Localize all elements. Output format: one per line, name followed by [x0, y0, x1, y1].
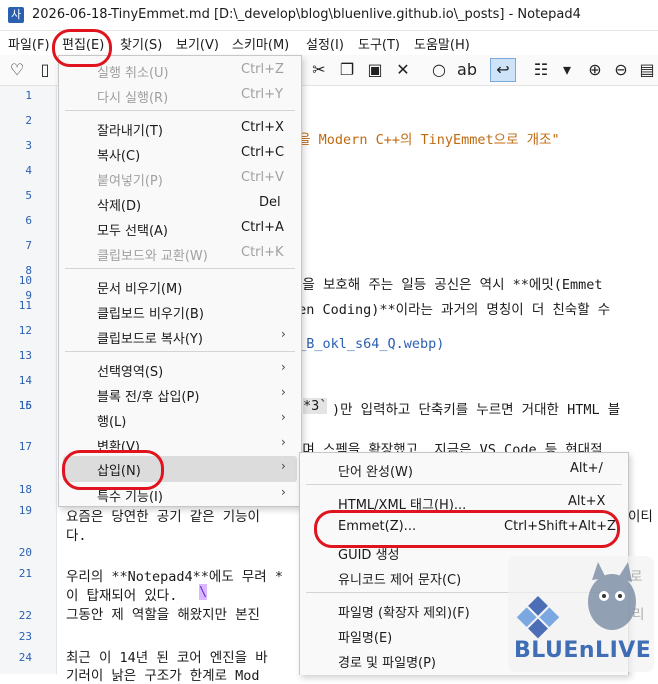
editor-line-16: )만 입력하고 단축키를 누르면 거대한 HTML 블	[332, 402, 621, 418]
zoom-out-icon[interactable]: ⊖	[610, 59, 632, 81]
edit-menu: 실행 취소(U) Ctrl+Z 다시 실행(R) Ctrl+Y 잘라내기(T) …	[58, 55, 302, 507]
menu-item-undo[interactable]: 실행 취소(U) Ctrl+Z	[59, 58, 301, 82]
line-number: 10	[18, 274, 32, 287]
line-number: 11	[18, 299, 32, 312]
submenu-item-html-tag[interactable]: HTML/XML 태그(H)... Alt+X	[300, 490, 628, 514]
copy-icon[interactable]: ❐	[336, 59, 358, 81]
line-number: 6	[25, 214, 32, 227]
app-icon: 사	[8, 7, 24, 23]
editor-line-19: 요즘은 당연한 공기 같은 기능이	[66, 509, 260, 525]
cut-icon[interactable]: ✂	[308, 59, 330, 81]
wrap-icon[interactable]: ↩	[490, 58, 516, 82]
page-icon[interactable]: ▤	[636, 59, 658, 81]
watermark-text: BLUEnLIVE	[514, 638, 652, 663]
editor-line-3: g을 Modern C++의 TinyEmmet으로 개조"	[290, 132, 560, 148]
line-number: 12	[18, 324, 32, 337]
menu-item-special[interactable]: 특수 기능(I) ›	[59, 482, 301, 506]
replace-icon[interactable]: ab	[456, 59, 478, 81]
scheme-icon[interactable]: ☷	[530, 59, 552, 81]
menu-item-copy[interactable]: 복사(C) Ctrl+C	[59, 141, 301, 165]
menu-item-convert[interactable]: 변환(V) ›	[59, 432, 301, 456]
menu-item-redo[interactable]: 다시 실행(R) Ctrl+Y	[59, 83, 301, 107]
new-icon[interactable]: ▯	[34, 59, 56, 81]
line-number: 24	[18, 651, 32, 664]
menu-file[interactable]: 파일(F)	[8, 34, 50, 53]
line-number: 22	[18, 609, 32, 622]
line-number: 20	[18, 546, 32, 559]
chevron-right-icon: ›	[281, 327, 286, 341]
menu-tools[interactable]: 도구(T)	[358, 34, 400, 53]
menu-item-copy-to-clipboard[interactable]: 클립보드로 복사(Y) ›	[59, 324, 301, 348]
line-number-gutter: 1 2 3 4 5 6 7 8 9 10 11 12 13 14 15 16 1…	[0, 86, 57, 674]
heart-icon[interactable]: ♡	[6, 59, 28, 81]
menu-item-clear-clipboard[interactable]: 클립보드 비우기(B)	[59, 299, 301, 323]
menu-item-insert[interactable]: 삽입(N) ›	[63, 456, 297, 482]
chevron-right-icon: ›	[281, 410, 286, 424]
dropdown-icon[interactable]: ▾	[556, 59, 578, 81]
line-number: 19	[18, 504, 32, 517]
line-number: 23	[18, 630, 32, 643]
menu-scheme[interactable]: 스키마(M)	[232, 34, 289, 53]
menu-item-select-all[interactable]: 모두 선택(A) Ctrl+A	[59, 216, 301, 240]
editor-line-19b: 다.	[66, 528, 87, 544]
menu-edit[interactable]: 편집(E)	[62, 34, 104, 53]
line-number: 13	[18, 349, 32, 362]
editor-line-11: Zen Coding)**이라는 과거의 명칭이 더 친숙할 수	[290, 302, 611, 318]
text-cursor: \	[199, 584, 208, 600]
line-number: 3	[25, 139, 32, 152]
bluenlive-watermark: BLUEnLIVE	[508, 556, 654, 672]
window-title: 2026-06-18-TinyEmmet.md [D:\_develop\blo…	[32, 7, 581, 22]
menu-item-paste[interactable]: 붙여넣기(P) Ctrl+V	[59, 166, 301, 190]
menu-separator	[306, 484, 622, 485]
editor-line-16-code: *3`	[303, 398, 328, 414]
line-number: 1	[25, 89, 32, 102]
editor-line-10: 락을 보호해 주는 일등 공신은 역시 **에밋(Emmet	[290, 277, 603, 293]
delete-icon[interactable]: ✕	[392, 59, 414, 81]
find-icon[interactable]: ○	[428, 59, 450, 81]
menu-bar: 파일(F) 편집(E) 찾기(S) 보기(V) 스키마(M) 설정(I) 도구(…	[0, 31, 658, 55]
line-number: 18	[18, 483, 32, 496]
submenu-item-word-complete[interactable]: 단어 완성(W) Alt+/	[300, 457, 628, 481]
title-bar: 사 2026-06-18-TinyEmmet.md [D:\_develop\b…	[0, 0, 658, 31]
paste-icon[interactable]: ▣	[364, 59, 386, 81]
menu-item-swap-clipboard[interactable]: 클립보드와 교환(W) Ctrl+K	[59, 241, 301, 265]
menu-view[interactable]: 보기(V)	[176, 34, 219, 53]
menu-item-line[interactable]: 행(L) ›	[59, 407, 301, 431]
menu-item-selection[interactable]: 선택영역(S) ›	[59, 357, 301, 381]
menu-find[interactable]: 찾기(S)	[120, 34, 162, 53]
editor-line-19-right: 이티	[628, 509, 653, 525]
line-number: 21	[18, 567, 32, 580]
submenu-item-emmet[interactable]: Emmet(Z)... Ctrl+Shift+Alt+Z	[300, 515, 628, 539]
chevron-right-icon: ›	[281, 485, 286, 499]
menu-help[interactable]: 도움말(H)	[414, 34, 470, 53]
editor-line-21b: 이 탑재되어 있다.	[66, 588, 178, 604]
chevron-right-icon: ›	[281, 360, 286, 374]
menu-item-delete[interactable]: 삭제(D) Del	[59, 191, 301, 215]
line-number: 4	[25, 164, 32, 177]
menu-separator	[65, 351, 295, 352]
line-number: 17	[18, 440, 32, 453]
chevron-right-icon: ›	[281, 459, 286, 473]
editor-line-25: 기러이 낡은 구조가 한계로 Mod	[66, 668, 260, 684]
editor-line-21: 우리의 **Notepad4**에도 무려 *	[66, 569, 283, 585]
menu-item-clear-document[interactable]: 문서 비우기(M)	[59, 274, 301, 298]
line-number: 5	[25, 189, 32, 202]
menu-settings[interactable]: 설정(I)	[306, 34, 344, 53]
menu-separator	[65, 110, 295, 111]
menu-item-cut[interactable]: 잘라내기(T) Ctrl+X	[59, 116, 301, 140]
line-number: 16	[18, 399, 32, 412]
line-number: 14	[18, 374, 32, 387]
editor-line-13: n_B_okl_s64_Q.webp)	[290, 336, 445, 352]
line-number: 2	[25, 114, 32, 127]
line-number: 7	[25, 239, 32, 252]
menu-separator	[65, 268, 295, 269]
chevron-right-icon: ›	[281, 435, 286, 449]
zoom-in-icon[interactable]: ⊕	[584, 59, 606, 81]
editor-line-24: 최근 이 14년 된 코어 엔진을 바	[66, 650, 268, 666]
editor-line-22: 그동안 제 역할을 해왔지만 본진	[66, 607, 260, 623]
menu-item-insert-block[interactable]: 블록 전/후 삽입(P) ›	[59, 382, 301, 406]
chevron-right-icon: ›	[281, 385, 286, 399]
